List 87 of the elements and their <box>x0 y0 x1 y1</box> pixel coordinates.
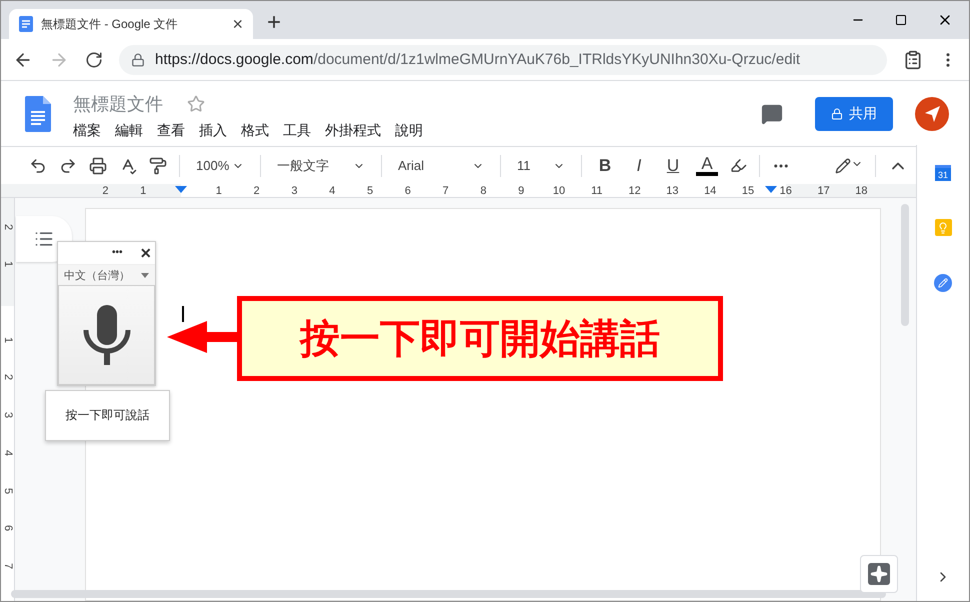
menu-item[interactable]: 工具 <box>283 122 311 140</box>
pencil-icon[interactable] <box>835 158 863 174</box>
maximize-icon[interactable] <box>895 14 907 26</box>
ruler-number: 2 <box>254 184 260 198</box>
ruler-number: 17 <box>817 184 830 198</box>
close-button[interactable]: × <box>140 244 151 262</box>
address-field[interactable]: https://docs.google.com/document/d/1z1wlmeGMUrnYAuK76b_ITRldsYKyUNIhn30Xu-Qrzuc/edit <box>119 44 887 74</box>
comment-icon[interactable] <box>761 102 783 124</box>
url-text: https://docs.google.com/document/d/1z1wlmeGMUrnYAuK76b_ITRldsYKyUNIhn30Xu-Qrzuc/edit <box>155 51 800 68</box>
menu-item[interactable]: 說明 <box>395 122 423 140</box>
zoom-dropdown[interactable]: 100% <box>192 158 248 173</box>
tooltip: 按一下即可說話 <box>45 390 170 441</box>
ruler-number: 16 <box>780 184 792 198</box>
ruler-number: 18 <box>855 184 868 198</box>
ruler-number: 6 <box>2 525 14 532</box>
underline-button[interactable]: U <box>662 157 684 174</box>
tasks-icon[interactable] <box>934 274 952 292</box>
document-title[interactable]: 無標題文件 <box>73 92 163 116</box>
style-dropdown[interactable]: 一般文字 <box>273 156 369 174</box>
font-dropdown[interactable]: Arial <box>394 158 488 173</box>
close-tab-button[interactable]: × <box>232 15 243 33</box>
caret-icon <box>141 272 149 278</box>
new-tab-button[interactable]: + <box>263 11 286 35</box>
reload-icon[interactable] <box>85 50 103 68</box>
ruler-number: 7 <box>442 184 449 198</box>
menu-item[interactable]: 查看 <box>157 122 185 140</box>
ruler-number: 8 <box>480 184 486 198</box>
bold-button[interactable]: B <box>594 157 616 174</box>
indent-marker[interactable] <box>175 186 187 193</box>
ruler-number: 12 <box>628 184 641 198</box>
ruler-number: 11 <box>591 184 602 198</box>
microphone-icon <box>82 305 130 365</box>
ruler-number: 2 <box>2 224 14 230</box>
paint-format-icon[interactable] <box>149 156 167 174</box>
ruler-number: 3 <box>291 184 298 198</box>
clipboard-icon[interactable] <box>903 50 923 70</box>
font-size-dropdown[interactable]: 11 <box>513 158 569 173</box>
indent-marker[interactable] <box>765 186 777 193</box>
docs-icon <box>19 16 33 32</box>
ruler-number: 13 <box>666 184 679 198</box>
ruler-number: 3 <box>2 412 14 418</box>
ruler-number: 5 <box>366 184 374 198</box>
ruler-number: 5 <box>2 487 14 494</box>
browser-tab[interactable]: 無標題文件 - Google 文件 × <box>9 9 253 39</box>
ruler-number: 7 <box>2 562 14 569</box>
star-icon[interactable] <box>187 94 205 112</box>
ruler-number: 1 <box>216 184 222 198</box>
ruler-number: 15 <box>742 184 754 198</box>
italic-button[interactable]: I <box>628 157 650 174</box>
ruler-number: 1 <box>2 336 14 343</box>
docs-logo[interactable] <box>25 96 51 132</box>
ruler-number: 2 <box>2 374 14 380</box>
avatar[interactable] <box>915 96 949 130</box>
redo-icon[interactable] <box>59 156 77 174</box>
ruler-number: 1 <box>140 184 146 198</box>
highlighter-icon[interactable] <box>730 157 747 174</box>
ruler-number: 4 <box>2 450 14 456</box>
ruler-number: 9 <box>518 184 524 198</box>
callout-text: 按一下即可開始講話 <box>237 296 723 381</box>
undo-icon[interactable] <box>29 156 47 174</box>
sparkle-icon <box>868 563 890 585</box>
ruler-number: 4 <box>329 184 336 198</box>
language-dropdown[interactable]: 中文（台灣） <box>58 264 155 285</box>
text-cursor <box>182 306 184 322</box>
text-color-button[interactable]: A <box>696 155 718 176</box>
tab-title: 無標題文件 - Google 文件 <box>41 16 179 32</box>
menu-item[interactable]: 檔案 <box>73 122 101 140</box>
share-button[interactable]: 共用 <box>815 96 893 130</box>
explore-button[interactable] <box>860 555 898 593</box>
print-icon[interactable] <box>89 156 107 174</box>
menu-item[interactable]: 插入 <box>199 122 227 140</box>
more-button[interactable]: ••• <box>112 248 122 258</box>
menu-item[interactable]: 外掛程式 <box>325 122 381 140</box>
calendar-icon[interactable]: 31 <box>935 165 951 181</box>
microphone-button[interactable] <box>58 285 155 385</box>
ruler-number: 14 <box>704 184 716 198</box>
arrow <box>167 321 239 353</box>
ruler-number: 6 <box>404 184 411 198</box>
ruler-number: 1 <box>2 261 14 268</box>
menu-item[interactable]: 編輯 <box>115 122 143 140</box>
scrollbar[interactable] <box>901 204 909 326</box>
menu-item[interactable]: 格式 <box>241 122 269 140</box>
lock-icon <box>131 52 145 66</box>
ruler-number: 10 <box>552 184 566 198</box>
lock-icon <box>831 108 843 120</box>
ruler-number: 2 <box>102 184 108 198</box>
scrollbar[interactable] <box>11 590 886 598</box>
